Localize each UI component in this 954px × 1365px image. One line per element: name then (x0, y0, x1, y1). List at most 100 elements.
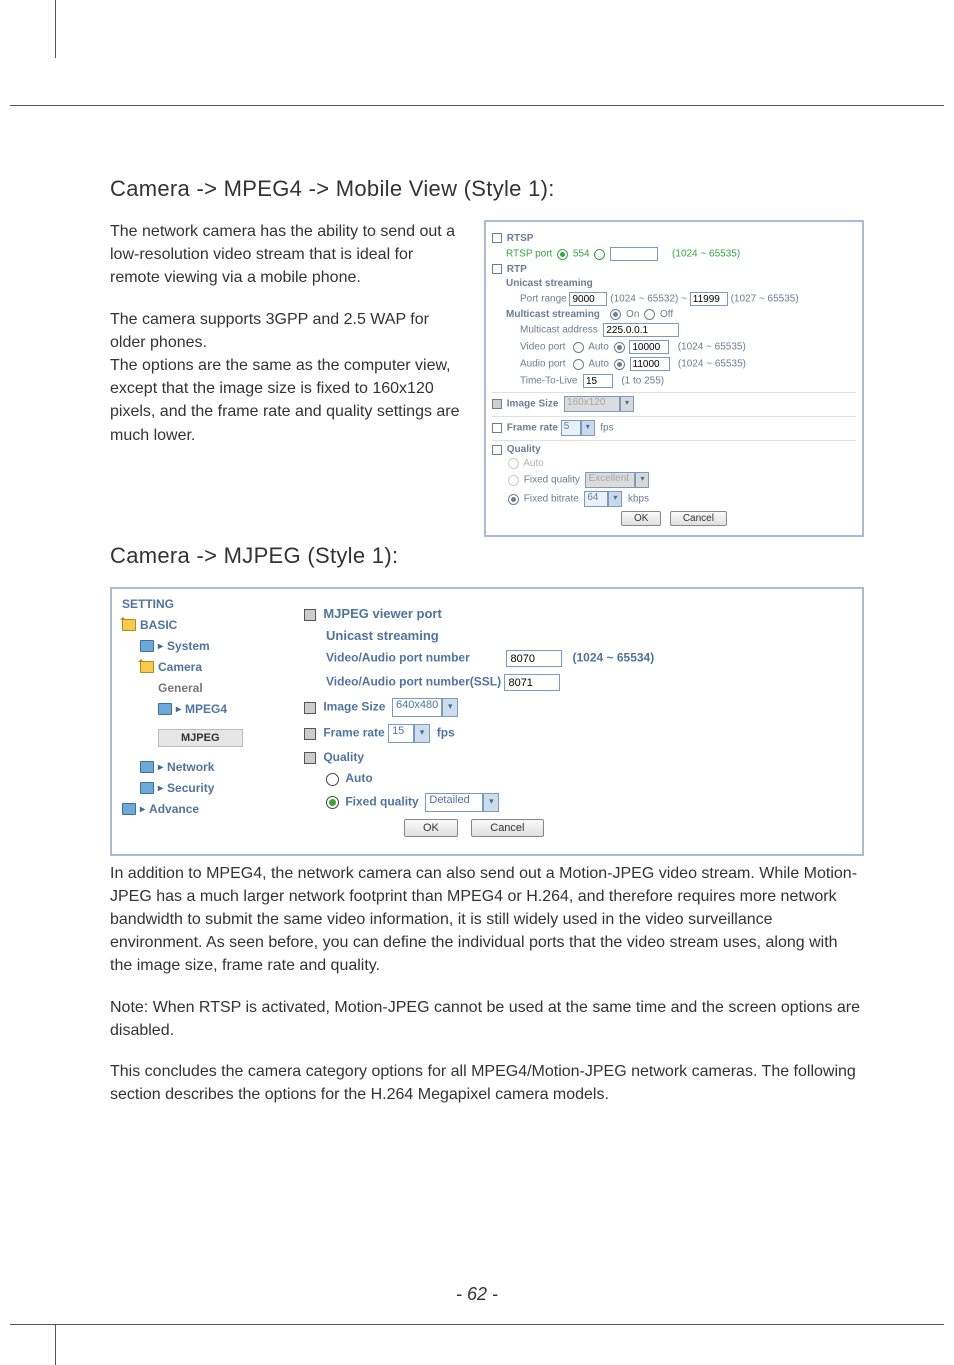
sidebar-network[interactable]: ▸ Network (140, 760, 292, 774)
mjpeg-panel: SETTING BASIC ▸ System Camera General ▸ … (110, 587, 864, 855)
frame-rate-checkbox[interactable] (492, 423, 502, 433)
frame-rate-select[interactable]: 15 (388, 724, 414, 743)
para-6: This concludes the camera category optio… (110, 1060, 864, 1106)
quality-fixedq-radio (508, 475, 519, 486)
audio-port-input[interactable] (630, 357, 670, 371)
frame-rate-checkbox[interactable] (304, 728, 316, 740)
sidebar-security-label: Security (167, 781, 214, 795)
chevron-right-icon: ▸ (158, 762, 163, 773)
vap-label: Video/Audio port number (326, 651, 470, 665)
heading-mjpeg: Camera -> MJPEG (Style 1): (110, 543, 864, 569)
video-port-auto-radio[interactable] (573, 342, 584, 353)
sidebar-setting: SETTING (122, 597, 292, 611)
image-size-label: Image Size (323, 700, 385, 714)
frame-rate-select[interactable]: 5 (561, 420, 581, 436)
rtsp-port-custom-radio[interactable] (594, 249, 605, 260)
port-range-from[interactable] (569, 292, 607, 306)
chevron-down-icon[interactable]: ▾ (581, 420, 595, 436)
ok-button[interactable]: OK (404, 819, 458, 837)
port-range-to-hint: (1027 ~ 65535) (731, 294, 799, 305)
q-fixed-bitrate-select[interactable]: 64 (584, 491, 608, 507)
audio-port-custom-radio[interactable] (614, 359, 625, 370)
quality-checkbox[interactable] (492, 445, 502, 455)
sidebar-advance[interactable]: ▸ Advance (122, 802, 292, 816)
sidebar-general[interactable]: General (158, 681, 292, 695)
multicast-addr-input[interactable] (603, 323, 679, 337)
chevron-right-icon: ▸ (158, 783, 163, 794)
folder-icon (140, 640, 154, 652)
kbps-label: kbps (628, 494, 649, 505)
header-rule (10, 0, 944, 106)
sidebar-basic-label: BASIC (140, 618, 177, 632)
multicast-off-radio[interactable] (644, 309, 655, 320)
rtsp-port-label: RTSP port (506, 249, 552, 260)
q-auto: Auto (523, 458, 544, 469)
q-fixed-select[interactable]: Detailed (425, 793, 483, 812)
port-range-to[interactable] (690, 292, 728, 306)
chevron-down-icon[interactable]: ▾ (483, 793, 499, 812)
vap-ssl-input[interactable] (504, 674, 560, 691)
vap-hint: (1024 ~ 65534) (572, 651, 654, 665)
chevron-down-icon[interactable]: ▾ (442, 698, 458, 717)
rtsp-checkbox[interactable] (492, 233, 502, 243)
sidebar-basic[interactable]: BASIC (122, 618, 292, 632)
rtsp-label: RTSP (507, 233, 534, 244)
footer-rule-v (55, 1325, 56, 1365)
image-size-select: 160x120 (564, 396, 620, 412)
para-2: The camera supports 3GPP and 2.5 WAP for… (110, 308, 464, 354)
footer-rule (10, 1324, 944, 1325)
q-fixed-quality-select: Excellent (585, 472, 635, 488)
q-fixed-bitrate: Fixed bitrate (524, 494, 579, 505)
ap-auto: Auto (588, 359, 609, 370)
video-port-custom-radio[interactable] (614, 342, 625, 353)
audio-port-label: Audio port (520, 359, 566, 370)
chevron-down-icon[interactable]: ▾ (608, 491, 622, 507)
mjpeg-port-checkbox[interactable] (304, 609, 316, 621)
vp-hint: (1024 ~ 65535) (678, 342, 746, 353)
q-fixed-label: Fixed quality (345, 794, 418, 808)
rtp-checkbox[interactable] (492, 264, 502, 274)
folder-icon (140, 782, 154, 794)
frame-rate-label: Frame rate (323, 726, 384, 740)
chevron-right-icon: ▸ (158, 641, 163, 652)
cancel-button[interactable]: Cancel (670, 511, 727, 526)
sidebar-advance-label: Advance (149, 802, 199, 816)
rtsp-port-input[interactable] (610, 247, 658, 261)
quality-auto-radio[interactable] (326, 773, 339, 786)
vp-auto: Auto (588, 342, 609, 353)
vap-input[interactable] (506, 650, 562, 667)
para-3: The options are the same as the computer… (110, 354, 464, 447)
port-range-from-hint: (1024 ~ 65532) ~ (610, 294, 687, 305)
cancel-button[interactable]: Cancel (471, 819, 543, 837)
fps-label: fps (600, 423, 613, 434)
audio-port-auto-radio[interactable] (573, 359, 584, 370)
video-port-input[interactable] (629, 340, 669, 354)
quality-checkbox[interactable] (304, 752, 316, 764)
ttl-hint: (1 to 255) (621, 376, 664, 387)
sidebar-system[interactable]: ▸ System (140, 639, 292, 653)
multicast-label: Multicast streaming (506, 309, 600, 320)
folder-open-icon (140, 661, 154, 673)
sidebar-camera[interactable]: Camera (140, 660, 292, 674)
sidebar-mjpeg-selected[interactable]: MJPEG (158, 729, 243, 747)
multicast-on-radio[interactable] (610, 309, 621, 320)
chevron-right-icon: ▸ (140, 804, 145, 815)
quality-fixedb-radio[interactable] (508, 494, 519, 505)
sidebar-security[interactable]: ▸ Security (140, 781, 292, 795)
on-label: On (626, 309, 639, 320)
mjpeg-main: MJPEG viewer port Unicast streaming Vide… (298, 589, 862, 853)
ok-button[interactable]: OK (621, 511, 661, 526)
ttl-label: Time-To-Live (520, 376, 577, 387)
para-4: In addition to MPEG4, the network camera… (110, 862, 864, 978)
chevron-down-icon[interactable]: ▾ (414, 724, 430, 743)
quality-auto-radio (508, 458, 519, 469)
rtsp-port-554-radio[interactable] (557, 249, 568, 260)
sidebar-mpeg4[interactable]: ▸ MPEG4 (158, 702, 292, 716)
rtp-label: RTP (507, 264, 527, 275)
image-size-checkbox[interactable] (304, 702, 316, 714)
quality-fixed-radio[interactable] (326, 796, 339, 809)
ttl-input[interactable] (583, 374, 613, 388)
mjpeg-viewer-port-label: MJPEG viewer port (323, 606, 441, 621)
image-size-select[interactable]: 640x480 (392, 698, 442, 717)
header-rule-v (55, 0, 56, 58)
